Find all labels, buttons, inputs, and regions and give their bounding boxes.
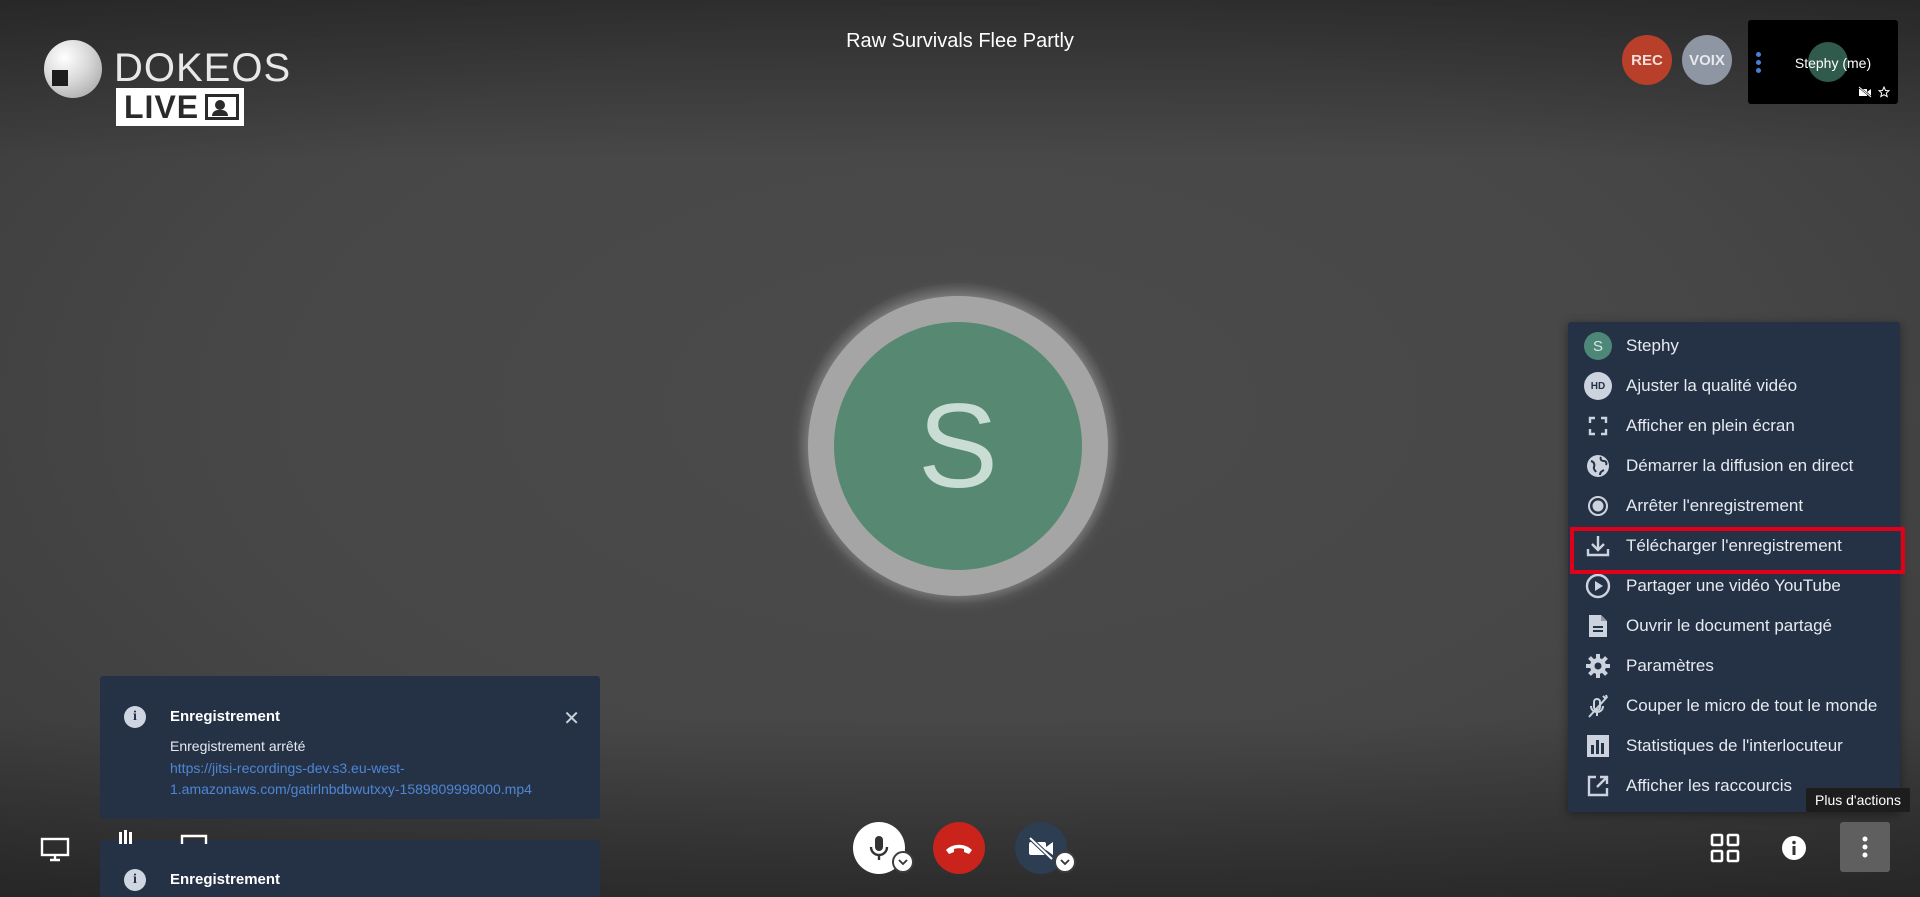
menu-item-label: Statistiques de l'interlocuteur: [1626, 736, 1843, 755]
menu-item-label: Arrêter l'enregistrement: [1626, 496, 1804, 515]
menu-item-label: Ouvrir le document partagé: [1626, 616, 1832, 635]
menu-item-label: Afficher les raccourcis: [1626, 776, 1792, 795]
notification-title: Enregistrement: [170, 871, 281, 888]
play-icon: [1585, 573, 1611, 599]
more-actions-button[interactable]: [1840, 822, 1890, 872]
camera-off-icon: [1858, 86, 1872, 98]
tile-view-button[interactable]: [1708, 831, 1742, 865]
chat-button[interactable]: [180, 834, 208, 844]
notification-title: Enregistrement: [170, 708, 281, 725]
star-icon: [1878, 86, 1890, 98]
avatar-icon: S: [1584, 332, 1612, 360]
logo-live-box: LIVE: [116, 88, 244, 126]
info-icon: [1782, 836, 1806, 860]
menu-item-participant[interactable]: S Stephy: [1568, 326, 1900, 366]
more-vertical-icon: [1862, 836, 1868, 858]
menu-item-label: Paramètres: [1626, 656, 1714, 675]
menu-item-label: Stephy: [1626, 336, 1679, 355]
globe-icon: [1587, 455, 1609, 477]
microphone-icon: [869, 836, 889, 860]
screen-share-button[interactable]: [38, 832, 72, 866]
mute-everyone-icon: [1588, 694, 1608, 718]
chat-icon: [180, 834, 208, 844]
record-icon: [1588, 496, 1608, 516]
more-actions-tooltip: Plus d'actions: [1806, 788, 1910, 812]
fullscreen-icon: [1588, 416, 1608, 436]
rec-badge: REC: [1622, 35, 1672, 85]
menu-item-label: Afficher en plein écran: [1626, 416, 1795, 435]
recording-link[interactable]: https://jitsi-recordings-dev.s3.eu-west-…: [170, 758, 570, 800]
menu-item-speaker-stats[interactable]: Statistiques de l'interlocuteur: [1568, 726, 1900, 766]
menu-item-label: Démarrer la diffusion en direct: [1626, 456, 1854, 475]
menu-item-settings[interactable]: Paramètres: [1568, 646, 1900, 686]
logo-product-text: LIVE: [124, 88, 200, 125]
menu-item-label: Couper le micro de tout le monde: [1626, 696, 1878, 715]
dokeos-live-logo: DOKEOS LIVE: [44, 40, 290, 130]
raise-hand-button[interactable]: [116, 830, 138, 844]
chevron-down-icon: [898, 859, 908, 865]
info-button[interactable]: [1780, 834, 1808, 862]
video-settings-toggle[interactable]: [1054, 851, 1076, 873]
close-icon[interactable]: ✕: [563, 706, 580, 731]
chevron-down-icon: [1060, 859, 1070, 865]
self-view-name: Stephy (me): [1794, 55, 1872, 71]
info-icon: i: [124, 706, 146, 728]
raise-hand-icon: [119, 830, 132, 844]
screen-share-icon: [40, 837, 70, 862]
phone-hangup-icon: [946, 844, 972, 854]
menu-item-shared-document[interactable]: Ouvrir le document partagé: [1568, 606, 1900, 646]
menu-item-livestream[interactable]: Démarrer la diffusion en direct: [1568, 446, 1900, 486]
recording-notification-2: i Enregistrement: [100, 840, 600, 897]
gear-icon: [1586, 654, 1610, 678]
recording-notification: i Enregistrement ✕ Enregistrement arrêté…: [100, 676, 600, 819]
document-icon: [1589, 615, 1607, 637]
speaker-avatar: S: [834, 322, 1082, 570]
menu-item-label: Ajuster la qualité vidéo: [1626, 376, 1798, 395]
hd-quality-icon: HD: [1584, 372, 1612, 400]
info-icon: i: [124, 869, 146, 891]
thumbnail-status-icons: [1858, 86, 1890, 98]
audio-settings-toggle[interactable]: [892, 851, 914, 873]
stats-icon: [1587, 735, 1609, 757]
contact-card-icon: [205, 94, 240, 120]
self-view-thumbnail[interactable]: Stephy (me): [1748, 20, 1898, 104]
menu-item-mute-everyone[interactable]: Couper le micro de tout le monde: [1568, 686, 1900, 726]
voice-badge: VOIX: [1682, 35, 1732, 85]
menu-item-video-quality[interactable]: HD Ajuster la qualité vidéo: [1568, 366, 1900, 406]
logo-square: [52, 70, 68, 86]
menu-item-label: Partager une vidéo YouTube: [1626, 576, 1841, 595]
notification-message: Enregistrement arrêté: [170, 738, 306, 754]
menu-item-fullscreen[interactable]: Afficher en plein écran: [1568, 406, 1900, 446]
highlight-box: [1570, 527, 1905, 574]
external-link-icon: [1587, 775, 1609, 797]
camera-off-icon: [1028, 836, 1054, 861]
menu-item-stop-recording[interactable]: Arrêter l'enregistrement: [1568, 486, 1900, 526]
hangup-button[interactable]: [933, 822, 985, 874]
grid-icon: [1710, 833, 1740, 863]
